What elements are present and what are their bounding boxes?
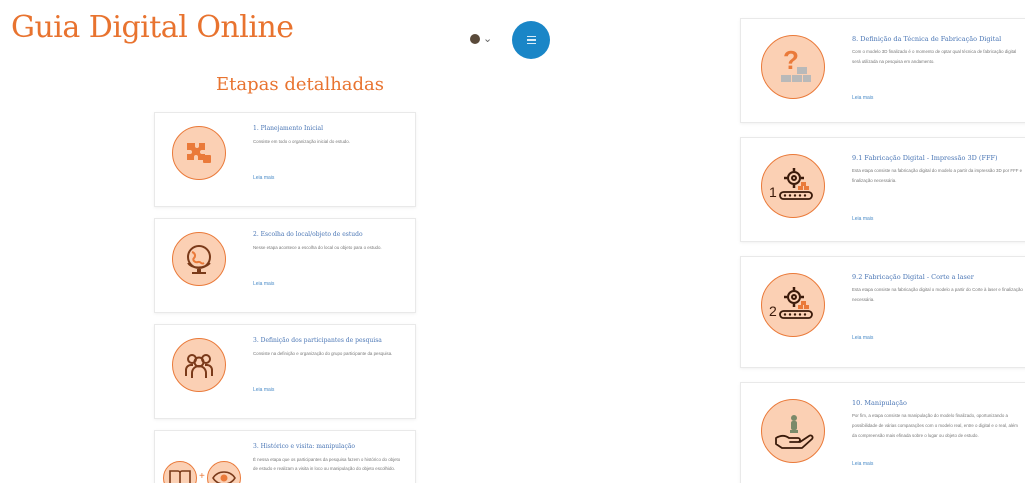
read-more-link[interactable]: Leia mais — [852, 216, 873, 222]
read-more-link[interactable]: Leia mais — [852, 335, 873, 341]
step-title: 8. Definição da Técnica de Fabricação Di… — [852, 35, 1002, 43]
step-card-laser-cutting: 2 9.2 Fabricação Digital - Corte a laser… — [740, 256, 1025, 368]
step-title: 2. Escolha do local/objeto de estudo — [253, 231, 363, 238]
step-description: Consiste na definição e organização do g… — [253, 351, 393, 356]
step-description: Nesse etapa acontece a escolha do local … — [253, 245, 382, 250]
step-title: 9.2 Fabricação Digital - Corte a laser — [852, 273, 974, 281]
site-logo[interactable]: Guia Digital Online — [11, 10, 294, 45]
chevron-down-icon: ⌄ — [483, 33, 493, 45]
flag-icon — [470, 33, 480, 44]
puzzle-icon — [187, 143, 211, 163]
step-title: 10. Manipulação — [852, 399, 907, 407]
book-icon — [163, 461, 197, 483]
step-description: Esta etapa consiste na fabricação digita… — [852, 287, 1023, 302]
gear-conveyor-icon: 1 — [769, 168, 813, 200]
step-icon-circle — [172, 232, 226, 286]
step-description: É nessa etapa que os participantes da pe… — [253, 457, 401, 471]
step-description: Esta etapa consiste na fabricação digita… — [852, 168, 1023, 183]
step-card-manipulation: 10. Manipulação Por fim, a etapa consist… — [740, 382, 1025, 483]
read-more-link[interactable]: Leia mais — [852, 461, 873, 467]
step-card-participants: 3. Definição dos participantes de pesqui… — [154, 324, 416, 419]
step-card-3d-printing: 1 9.1 Fabricação Digital - Impressão 3D … — [740, 137, 1025, 242]
step-icon-circle — [172, 126, 226, 180]
hamburger-line — [526, 36, 536, 38]
step-icon-circle: ? — [761, 35, 825, 99]
step-card-planning: 1. Planejamento Inicial Consiste em todo… — [154, 112, 416, 207]
step-card-history: + 3. Histórico e visita: manipulação É n… — [154, 430, 416, 483]
gear-conveyor-icon: 2 — [769, 287, 813, 319]
step-badge-number: 2 — [769, 303, 777, 319]
hamburger-line — [526, 42, 536, 44]
people-icon — [185, 354, 213, 378]
read-more-link[interactable]: Leia mais — [253, 281, 274, 287]
step-icon-circle — [761, 399, 825, 463]
step-badge-number: 1 — [769, 184, 777, 200]
step-icon-circle: 2 — [761, 273, 825, 337]
step-title: 9.1 Fabricação Digital - Impressão 3D (F… — [852, 154, 998, 162]
hand-figure-icon — [775, 415, 814, 449]
language-selector[interactable]: ⌄ — [470, 32, 492, 45]
step-icon-group: + — [163, 453, 243, 483]
step-description: Por fim, a etapa consiste na manipulação… — [852, 413, 1018, 438]
step-title: 1. Planejamento Inicial — [253, 125, 323, 132]
step-icon-circle — [172, 338, 226, 392]
section-title: Etapas detalhadas — [216, 74, 385, 95]
eye-icon — [207, 461, 241, 483]
menu-button[interactable] — [512, 21, 550, 59]
step-description: Com o modelo 3D finalizado é o momento d… — [852, 49, 1017, 64]
question-blocks-icon: ? — [781, 45, 811, 82]
globe-icon — [187, 245, 211, 274]
hamburger-line — [526, 39, 536, 41]
read-more-link[interactable]: Leia mais — [253, 387, 274, 393]
step-card-location: 2. Escolha do local/objeto de estudo Nes… — [154, 218, 416, 313]
plus-icon: + — [199, 471, 205, 482]
step-title: 3. Definição dos participantes de pesqui… — [253, 337, 382, 344]
step-description: Consiste em todo o organização inicial d… — [253, 139, 350, 144]
step-icon-circle: 1 — [761, 154, 825, 218]
read-more-link[interactable]: Leia mais — [253, 175, 274, 181]
svg-text:?: ? — [783, 45, 799, 75]
read-more-link[interactable]: Leia mais — [852, 95, 873, 101]
step-card-technique: ? 8. Definição da Técnica de Fabricação … — [740, 18, 1025, 123]
step-title: 3. Histórico e visita: manipulação — [253, 443, 356, 450]
